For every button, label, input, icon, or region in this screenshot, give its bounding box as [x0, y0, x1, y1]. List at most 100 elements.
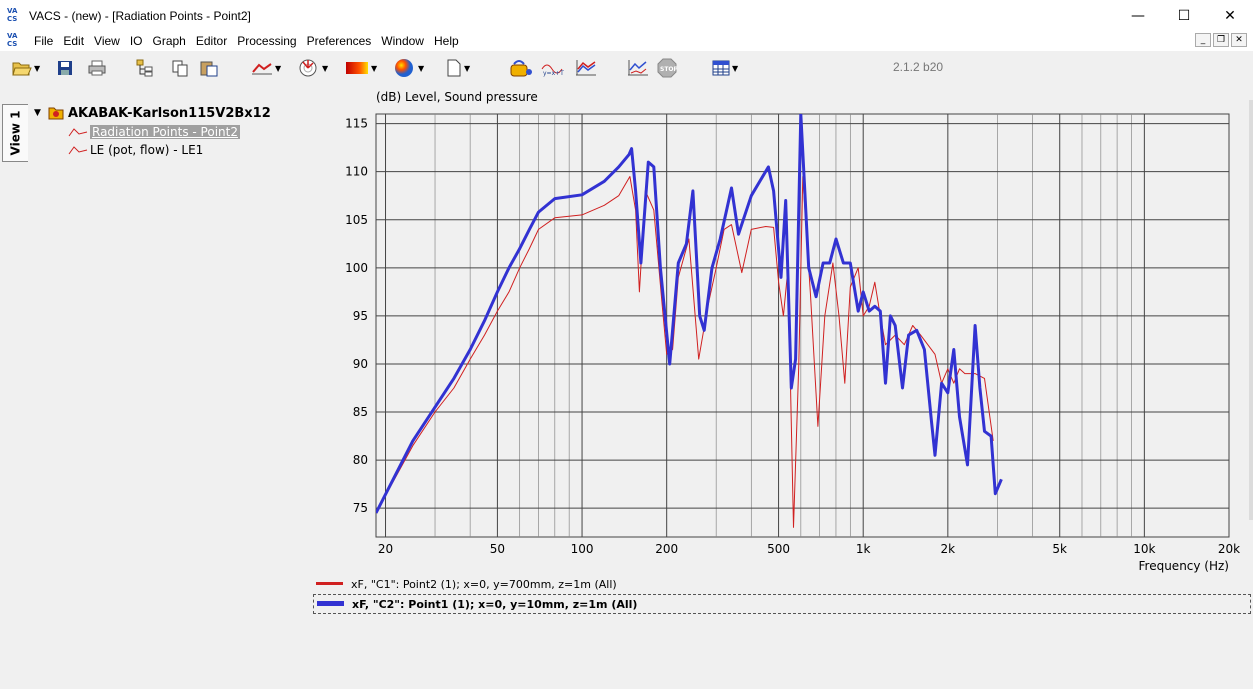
copy-button[interactable]	[171, 58, 189, 78]
y-tick-label: 100	[345, 261, 368, 275]
menu-help[interactable]: Help	[429, 34, 464, 48]
chart-area: 75 80 85 90 95 100 105 110 115 20 50 100 200 500 1k 2k 5…	[312, 84, 1253, 584]
vertical-scrollbar[interactable]	[1249, 100, 1253, 520]
close-button[interactable]: ✕	[1207, 0, 1253, 31]
new-document-button[interactable]: ▼	[446, 58, 470, 78]
legend-swatch	[316, 582, 343, 585]
polar-chart-icon	[299, 59, 317, 77]
chevron-down-icon: ▼	[275, 63, 282, 73]
menu-editor[interactable]: Editor	[191, 34, 232, 48]
open-button[interactable]: ▼	[12, 58, 40, 78]
toolbar: ▼ ▼ ▼ ▼ ▼ ▼ y=x+T STOP ▼	[0, 51, 1253, 84]
folder-open-icon	[12, 62, 32, 76]
y-tick-label: 90	[353, 357, 368, 371]
graph-leaf-icon	[68, 146, 88, 155]
chevron-down-icon: ▼	[322, 63, 329, 73]
tree-item-label: Radiation Points - Point2	[90, 125, 240, 139]
floppy-icon	[58, 61, 72, 75]
line-graph-button[interactable]: ▼	[251, 58, 281, 78]
frequency-response-chart[interactable]: 75 80 85 90 95 100 105 110 115 20 50 100 200 500 1k 2k 5…	[312, 84, 1253, 584]
tree-structure-icon	[136, 59, 153, 77]
x-tick-label: 200	[655, 542, 678, 556]
table-view-button[interactable]: ▼	[712, 58, 738, 78]
mdi-minimize-button[interactable]: _	[1195, 33, 1211, 47]
y-tick-label: 75	[353, 501, 368, 515]
mdi-controls: _ ❐ ✕	[1195, 33, 1247, 47]
balloon-button[interactable]: ▼	[394, 58, 424, 78]
view-tab[interactable]: View 1	[2, 104, 28, 162]
pot-calculate-icon	[510, 60, 532, 77]
x-tick-label: 20	[378, 542, 393, 556]
colormap-button[interactable]: ▼	[345, 58, 377, 78]
calculate-button[interactable]	[509, 58, 533, 78]
printer-icon	[88, 60, 106, 76]
overlay-graph-button[interactable]	[575, 58, 597, 78]
print-button[interactable]	[88, 58, 106, 78]
menu-bar: VA CS File Edit View IO Graph Editor Proc…	[0, 31, 1253, 51]
y-tick-label: 110	[345, 165, 368, 179]
paste-button[interactable]	[199, 58, 219, 78]
menu-io[interactable]: IO	[125, 34, 148, 48]
tree-item-le[interactable]: LE (pot, flow) - LE1	[68, 141, 203, 159]
menu-view[interactable]: View	[89, 34, 125, 48]
x-tick-label: 2k	[941, 542, 956, 556]
legend-item-c2[interactable]: xF, "C2": Point1 (1); x=0, y=10mm, z=1m …	[313, 594, 1251, 614]
menu-graph[interactable]: Graph	[148, 34, 191, 48]
menu-preferences[interactable]: Preferences	[302, 34, 377, 48]
y-tick-label: 85	[353, 405, 368, 419]
legend: xF, "C1": Point2 (1); x=0, y=700mm, z=1m…	[313, 574, 1251, 614]
x-tick-label: 100	[571, 542, 594, 556]
mdi-close-button[interactable]: ✕	[1231, 33, 1247, 47]
line-chart-icon	[252, 63, 272, 75]
stop-button[interactable]: STOP	[657, 58, 677, 78]
app-logo-icon: VA CS	[7, 6, 18, 23]
copy-icon	[172, 60, 188, 77]
x-tick-label: 5k	[1052, 542, 1067, 556]
window-controls: — ☐ ✕	[1115, 0, 1253, 31]
maximize-button[interactable]: ☐	[1161, 0, 1207, 31]
document-icon	[447, 59, 461, 77]
menu-file[interactable]: File	[29, 34, 58, 48]
x-tick-label: 500	[767, 542, 790, 556]
chevron-down-icon: ▼	[418, 63, 425, 73]
stop-sign-icon: STOP	[657, 58, 677, 78]
y-tick-label: 105	[345, 213, 368, 227]
tree-root-label: AKABAK-Karlson115V2Bx12	[68, 105, 271, 121]
x-tick-label: 20k	[1218, 542, 1240, 556]
x-tick-label: 50	[490, 542, 505, 556]
legend-item-c1[interactable]: xF, "C1": Point2 (1); x=0, y=700mm, z=1m…	[313, 574, 1251, 594]
polar-graph-button[interactable]: ▼	[298, 58, 328, 78]
tree-root-node[interactable]: ▼ AKABAK-Karlson115V2Bx12	[34, 104, 271, 122]
title-bar: VA CS VACS - (new) - [Radiation Points - …	[0, 0, 1253, 31]
chevron-down-icon: ▼	[464, 63, 471, 73]
chevron-down-icon: ▼	[34, 63, 41, 73]
grid-table-icon	[712, 60, 730, 76]
menu-window[interactable]: Window	[376, 34, 429, 48]
svg-text:y=x+T: y=x+T	[543, 70, 564, 77]
menu-edit[interactable]: Edit	[58, 34, 89, 48]
run-graph-button[interactable]	[627, 58, 649, 78]
y-tick-label: 80	[353, 453, 368, 467]
menu-app-icon[interactable]: VA CS	[7, 32, 23, 50]
project-folder-icon	[48, 107, 64, 120]
x-tick-label: 10k	[1133, 542, 1155, 556]
colormap-icon	[346, 62, 368, 74]
version-label: 2.1.2 b20	[893, 60, 944, 74]
menu-processing[interactable]: Processing	[232, 34, 301, 48]
y-axis-label: (dB) Level, Sound pressure	[376, 90, 538, 104]
tree-button[interactable]	[136, 58, 154, 78]
balloon-sphere-icon	[395, 59, 413, 77]
x-tick-label: 1k	[856, 542, 871, 556]
tree-item-label: LE (pot, flow) - LE1	[90, 143, 204, 157]
svg-text:STOP: STOP	[660, 66, 677, 73]
y-tick-label: 115	[345, 117, 368, 131]
chart-run-icon	[628, 60, 648, 76]
chevron-down-icon: ▼	[371, 63, 378, 73]
save-button[interactable]	[57, 58, 73, 78]
mdi-restore-button[interactable]: ❐	[1213, 33, 1229, 47]
chevron-down-icon[interactable]: ▼	[34, 108, 44, 118]
tree-item-radiation-points[interactable]: Radiation Points - Point2	[68, 123, 240, 141]
x-axis-label: Frequency (Hz)	[1139, 559, 1230, 573]
fit-function-button[interactable]: y=x+T	[541, 58, 565, 78]
minimize-button[interactable]: —	[1115, 0, 1161, 31]
